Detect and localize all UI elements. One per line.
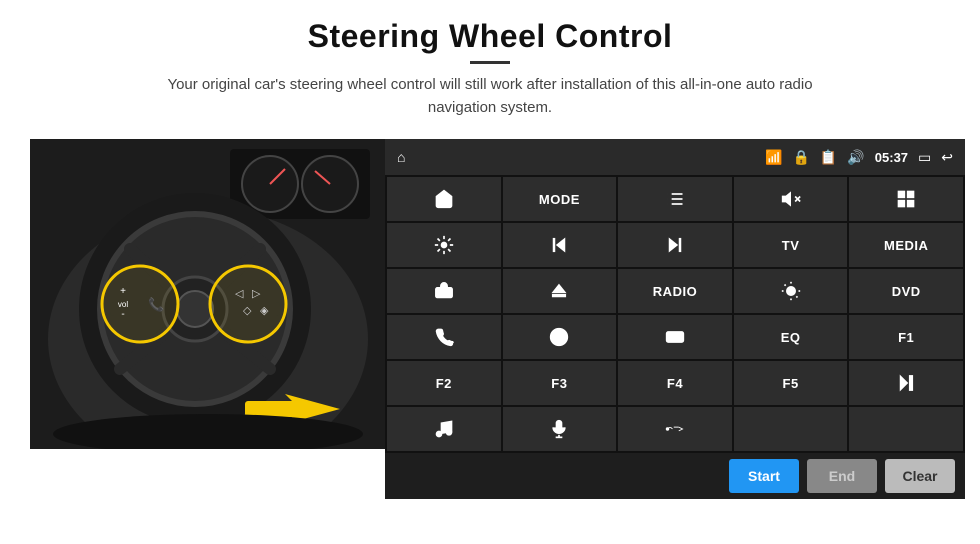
- end-button[interactable]: End: [807, 459, 877, 493]
- btn-mute[interactable]: [734, 177, 848, 221]
- btn-dvd[interactable]: DVD: [849, 269, 963, 313]
- btn-apps[interactable]: [849, 177, 963, 221]
- btn-media[interactable]: MEDIA: [849, 223, 963, 267]
- svg-text:360: 360: [439, 291, 449, 297]
- title-section: Steering Wheel Control Your original car…: [150, 18, 830, 133]
- wifi-icon: 📶: [765, 149, 782, 166]
- back-icon: ↩: [941, 149, 953, 166]
- lock-icon: 🔒: [792, 149, 809, 166]
- btn-f5[interactable]: F5: [734, 361, 848, 405]
- btn-radio[interactable]: RADIO: [618, 269, 732, 313]
- svg-text:▷: ▷: [252, 288, 261, 300]
- btn-phone-call[interactable]: [618, 407, 732, 451]
- button-grid: MODE: [385, 175, 965, 453]
- page-title: Steering Wheel Control: [150, 18, 830, 55]
- btn-music[interactable]: [387, 407, 501, 451]
- svg-text:◈: ◈: [260, 305, 269, 317]
- btn-screen-mirror[interactable]: [618, 315, 732, 359]
- clear-button[interactable]: Clear: [885, 459, 955, 493]
- btn-empty-2[interactable]: [849, 407, 963, 451]
- page-container: Steering Wheel Control Your original car…: [0, 0, 980, 544]
- btn-prev[interactable]: [503, 223, 617, 267]
- btn-eq[interactable]: EQ: [734, 315, 848, 359]
- bt-icon: 🔊: [847, 149, 864, 166]
- btn-eject[interactable]: [503, 269, 617, 313]
- btn-home[interactable]: [387, 177, 501, 221]
- btn-list[interactable]: [618, 177, 732, 221]
- btn-f1[interactable]: F1: [849, 315, 963, 359]
- btn-settings[interactable]: [387, 223, 501, 267]
- control-panel: ⌂ 📶 🔒 📋 🔊 05:37 ▭ ↩: [385, 139, 965, 499]
- status-bar-left: ⌂: [397, 149, 405, 165]
- steering-wheel-image: + vol - 📞 ◁ ▷ ◇ ◈: [30, 139, 385, 449]
- btn-empty-1[interactable]: [734, 407, 848, 451]
- svg-text:-: -: [121, 309, 124, 320]
- btn-phone[interactable]: [387, 315, 501, 359]
- title-divider: [470, 61, 510, 64]
- svg-text:vol: vol: [118, 300, 128, 309]
- svg-text:+: +: [120, 286, 126, 297]
- btn-mode[interactable]: MODE: [503, 177, 617, 221]
- status-bar-right: 📶 🔒 📋 🔊 05:37 ▭ ↩: [765, 149, 953, 166]
- svg-text:📞: 📞: [148, 296, 165, 312]
- btn-mic[interactable]: [503, 407, 617, 451]
- status-bar: ⌂ 📶 🔒 📋 🔊 05:37 ▭ ↩: [385, 139, 965, 175]
- btn-brightness[interactable]: [734, 269, 848, 313]
- subtitle: Your original car's steering wheel contr…: [150, 74, 830, 119]
- btn-f2[interactable]: F2: [387, 361, 501, 405]
- btn-tv[interactable]: TV: [734, 223, 848, 267]
- start-button[interactable]: Start: [729, 459, 799, 493]
- sim-icon: 📋: [820, 149, 837, 166]
- action-bar: Start End Clear: [385, 453, 965, 499]
- btn-next[interactable]: [618, 223, 732, 267]
- home-status-icon: ⌂: [397, 149, 405, 165]
- status-time: 05:37: [875, 150, 908, 165]
- btn-play-pause[interactable]: [849, 361, 963, 405]
- btn-f3[interactable]: F3: [503, 361, 617, 405]
- screen-icon: ▭: [918, 149, 931, 166]
- btn-nav[interactable]: [503, 315, 617, 359]
- svg-text:◁: ◁: [235, 288, 244, 300]
- btn-f4[interactable]: F4: [618, 361, 732, 405]
- content-area: + vol - 📞 ◁ ▷ ◇ ◈: [30, 139, 950, 499]
- svg-text:◇: ◇: [243, 305, 252, 317]
- btn-360[interactable]: 360: [387, 269, 501, 313]
